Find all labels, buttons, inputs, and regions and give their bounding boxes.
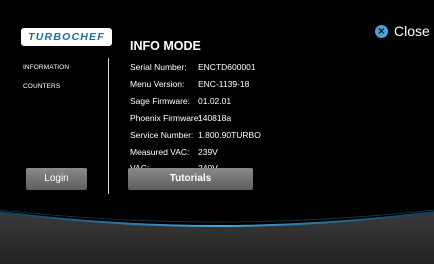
sidebar-divider	[108, 58, 109, 194]
close-button[interactable]: × Close	[375, 22, 430, 40]
turbochef-logo: TURBOCHEF	[21, 28, 112, 46]
info-label: Serial Number:	[130, 62, 187, 72]
info-value: 01.02.01	[198, 96, 232, 106]
info-value: 1.800.90TURBO	[198, 130, 261, 140]
close-label: Close	[394, 23, 430, 39]
logo-text: TURBOCHEF	[28, 31, 105, 43]
info-label: Phoenix Firmware:	[130, 113, 201, 123]
info-label: Measured VAC:	[130, 147, 190, 157]
info-value: 140818a	[198, 113, 232, 123]
close-icon: ×	[375, 24, 388, 38]
info-value: 239V	[198, 147, 218, 157]
sidebar-item-information[interactable]: INFORMATION	[23, 64, 69, 71]
info-label: Menu Version:	[130, 79, 185, 89]
login-button[interactable]: Login	[26, 168, 87, 190]
info-value: ENCTD600001	[198, 62, 256, 72]
sidebar-item-counters[interactable]: COUNTERS	[23, 83, 60, 90]
info-value: ENC-1139-18	[198, 79, 250, 89]
tutorials-button[interactable]: Tutorials	[128, 168, 253, 190]
info-mode-screen: TURBOCHEF × Close INFO MODE INFORMATION …	[0, 0, 434, 264]
info-label: Sage Firmware:	[130, 96, 190, 106]
info-label: Service Number:	[130, 130, 194, 140]
page-title: INFO MODE	[130, 39, 201, 53]
bottom-wave-banner	[0, 209, 434, 264]
